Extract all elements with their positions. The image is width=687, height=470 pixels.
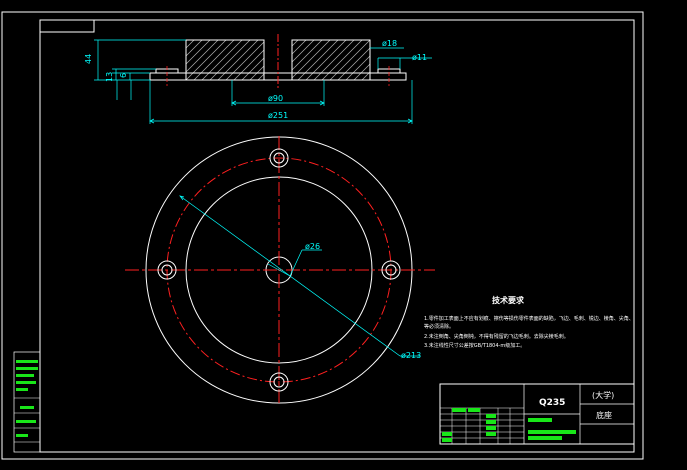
technical-requirements: 技术要求 1.零件加工表面上不应有划痕、擦伤等损伤零件表面的缺陷，飞边、毛刺、锐… <box>424 295 634 349</box>
revision-strip <box>13 351 41 453</box>
dim-d213: ø213 <box>401 351 421 360</box>
title-block: Q235 (大学) 底座 <box>439 383 635 445</box>
title-block-fills <box>442 408 576 442</box>
tech-req-line-4: 3.未注线性尺寸公差按GB/T1804-m级加工。 <box>424 342 525 349</box>
tech-req-line-2: 等必须清除。 <box>424 323 454 330</box>
dim-d11: ø11 <box>412 53 427 62</box>
tech-req-line-1: 1.零件加工表面上不应有划痕、擦伤等损伤零件表面的缺陷，飞边、毛刺、锐边、棱角、… <box>424 315 634 322</box>
dim-height-44: 44 <box>84 54 93 64</box>
dim-d251: ø251 <box>268 111 288 120</box>
corner-code-box <box>39 19 95 33</box>
dim-height-13: 13 <box>105 72 114 82</box>
part-name-label: 底座 <box>596 410 612 420</box>
dim-d18: ø18 <box>382 39 397 48</box>
dim-d26: ø26 <box>305 242 320 251</box>
material-label: Q235 <box>539 398 565 408</box>
section-view: 44 13 6 ø18 ø11 ø90 ø251 <box>84 34 432 124</box>
cad-drawing: 44 13 6 ø18 ø11 ø90 ø251 ø26 ø213 技术要求 1… <box>1 11 644 460</box>
title-block-grid <box>440 407 524 445</box>
dim-height-6: 6 <box>119 73 128 78</box>
dim-d90: ø90 <box>268 94 283 103</box>
tech-req-heading: 技术要求 <box>492 295 525 305</box>
plan-view: ø26 ø213 <box>125 136 435 405</box>
tech-req-line-3: 2.未注倒角、尖角倒钝，不得有残留的飞边毛刺。去除尖棱毛刺。 <box>424 333 569 340</box>
drawing-frame <box>39 19 635 453</box>
organization-label: (大学) <box>592 390 614 400</box>
